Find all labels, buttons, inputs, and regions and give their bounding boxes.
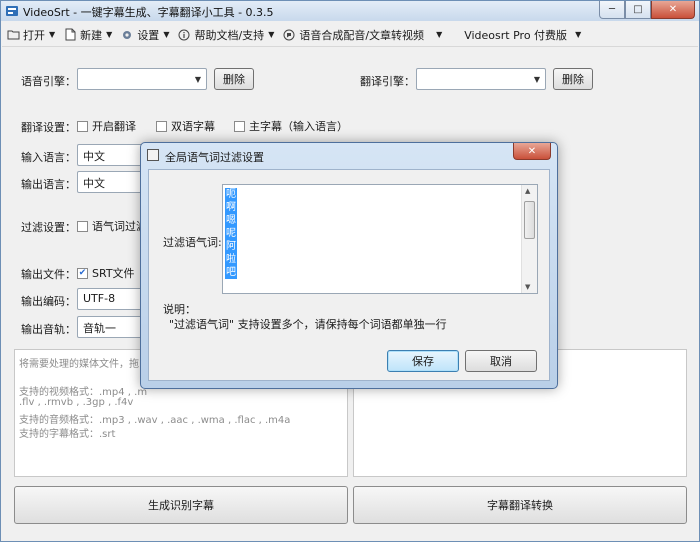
folder-icon — [6, 28, 20, 42]
scroll-up-icon[interactable]: ▲ — [525, 187, 530, 195]
hint-line: 支持的音频格式：.mp3 , .wav , .aac , .wma , .fla… — [19, 415, 291, 426]
scroll-down-icon[interactable]: ▼ — [525, 283, 530, 291]
gear-icon — [120, 28, 134, 42]
speech-engine-label: 语音引擎： — [21, 75, 76, 88]
cancel-button[interactable]: 取消 — [465, 350, 537, 372]
checkmark-icon: ✔ — [77, 267, 88, 279]
menu-help-label: 帮助文档/支持 — [194, 28, 265, 42]
enable-translate-label: 开启翻译 — [92, 120, 136, 133]
note-text: "过滤语气词" 支持设置多个，请保持每个词语都单独一行 — [169, 318, 447, 331]
hint-line: .flv , .rmvb , .3gp , .f4v — [19, 397, 134, 408]
translate-subtitle-button[interactable]: 字幕翻译转换 — [353, 486, 687, 524]
hint-line: 支持的视频格式：.mp4 , .m — [19, 387, 148, 398]
filter-word: 啦 — [225, 253, 237, 266]
bilingual-checkbox[interactable]: 双语字幕 — [156, 118, 215, 134]
main-subtitle-label: 主字幕（输入语言） — [249, 120, 348, 133]
filter-word: 阿 — [225, 240, 237, 253]
srt-file-label: SRT文件 — [92, 267, 135, 280]
menu-settings-label: 设置 — [137, 28, 160, 42]
output-encoding-label: 输出编码： — [21, 295, 76, 308]
bilingual-label: 双语字幕 — [171, 120, 215, 133]
chevron-down-icon: ▼ — [163, 30, 170, 39]
output-encoding-value: UTF-8 — [83, 292, 116, 305]
filter-word: 呃 — [225, 188, 237, 201]
title-bar: VideoSrt - 一键字幕生成、字幕翻译小工具 - 0.3.5 ─ □ ✕ — [1, 1, 699, 21]
delete-speech-engine-button[interactable]: 删除 — [214, 68, 254, 90]
input-language-label: 输入语言： — [21, 151, 76, 164]
filter-word: 嗯 — [225, 214, 237, 227]
filter-words-label: 语气词过滤 — [92, 220, 147, 233]
input-language-value: 中文 — [83, 150, 105, 163]
hint-line: 支持的字幕格式：.srt — [19, 429, 116, 440]
textarea-scrollbar[interactable]: ▲ ▼ — [521, 185, 537, 293]
translate-settings-label: 翻译设置： — [21, 121, 76, 134]
menu-open-label: 打开 — [23, 28, 45, 42]
maximize-button[interactable]: □ — [625, 1, 651, 19]
menu-tts[interactable]: 语音合成配音/文章转视频 ▼ — [278, 23, 446, 47]
dialog-window-icon — [147, 149, 159, 161]
dialog-close-button[interactable]: ✕ — [513, 143, 551, 160]
chevron-down-icon: ▼ — [106, 30, 113, 39]
filter-word: 呢 — [225, 227, 237, 240]
enable-translate-checkbox[interactable]: 开启翻译 — [77, 118, 136, 134]
chevron-down-icon: ▼ — [49, 30, 56, 39]
speech-engine-select[interactable]: ▼ — [77, 68, 207, 90]
filter-words-textarea[interactable]: 呃 啊 嗯 呢 阿 啦 吧 ▲ ▼ — [222, 184, 538, 294]
checkbox-box — [156, 120, 167, 132]
menu-settings[interactable]: 设置 ▼ — [116, 23, 173, 47]
menu-pro-label: Videosrt Pro 付费版 — [464, 28, 568, 42]
menu-new-label: 新建 — [80, 28, 103, 42]
filter-settings-label: 过滤设置： — [21, 221, 76, 234]
filter-words-checkbox[interactable]: 语气词过滤 — [77, 218, 147, 234]
delete-translate-engine-button[interactable]: 删除 — [553, 68, 593, 90]
menu-tts-label: 语音合成配音/文章转视频 — [299, 28, 425, 42]
chevron-down-icon: ▼ — [436, 30, 443, 39]
window-title: VideoSrt - 一键字幕生成、字幕翻译小工具 - 0.3.5 — [23, 6, 274, 19]
hint-line: 将需要处理的媒体文件，拖 — [19, 359, 139, 370]
filter-word: 啊 — [225, 201, 237, 214]
save-button[interactable]: 保存 — [387, 350, 459, 372]
output-track-value: 音轨一 — [83, 322, 116, 335]
scrollbar-thumb[interactable] — [524, 201, 535, 239]
close-button[interactable]: ✕ — [651, 1, 695, 19]
new-file-icon — [63, 28, 77, 42]
output-file-label: 输出文件： — [21, 268, 76, 281]
menu-new[interactable]: 新建 ▼ — [59, 23, 116, 47]
translate-engine-label: 翻译引擎： — [360, 75, 415, 88]
menu-bar: 打开 ▼ 新建 ▼ 设置 ▼ 帮助文档/支持 ▼ 语音合成配音/文章转视频 ▼ … — [2, 23, 698, 47]
menu-pro[interactable]: Videosrt Pro 付费版 ▼ — [460, 23, 585, 47]
menu-help[interactable]: 帮助文档/支持 ▼ — [173, 23, 278, 47]
output-language-label: 输出语言： — [21, 178, 76, 191]
filter-words-dialog: 全局语气词过滤设置 ✕ 过滤语气词: 呃 啊 嗯 呢 阿 啦 吧 ▲ ▼ 说明：… — [140, 142, 558, 389]
speech-icon — [282, 28, 296, 42]
chevron-down-icon: ▼ — [533, 75, 540, 84]
main-subtitle-checkbox[interactable]: 主字幕（输入语言） — [234, 118, 348, 134]
generate-subtitle-button[interactable]: 生成识别字幕 — [14, 486, 348, 524]
filter-word: 吧 — [225, 266, 237, 279]
note-title: 说明： — [163, 303, 196, 316]
chevron-down-icon: ▼ — [268, 30, 275, 39]
chevron-down-icon: ▼ — [194, 75, 201, 84]
dialog-title: 全局语气词过滤设置 — [165, 151, 264, 164]
checkbox-box — [77, 120, 88, 132]
info-icon — [177, 28, 191, 42]
filter-words-field-label: 过滤语气词: — [163, 236, 222, 249]
output-track-label: 输出音轨： — [21, 323, 76, 336]
app-icon — [6, 6, 18, 16]
checkbox-box — [77, 220, 88, 232]
output-language-value: 中文 — [83, 177, 105, 190]
chevron-down-icon: ▼ — [575, 30, 582, 39]
checkbox-box — [234, 120, 245, 132]
menu-open[interactable]: 打开 ▼ — [2, 23, 59, 47]
srt-file-checkbox[interactable]: ✔ SRT文件 — [77, 265, 135, 281]
translate-engine-select[interactable]: ▼ — [416, 68, 546, 90]
dialog-body: 过滤语气词: 呃 啊 嗯 呢 阿 啦 吧 ▲ ▼ 说明： "过滤语气词" 支持设… — [148, 169, 550, 381]
minimize-button[interactable]: ─ — [599, 1, 625, 19]
